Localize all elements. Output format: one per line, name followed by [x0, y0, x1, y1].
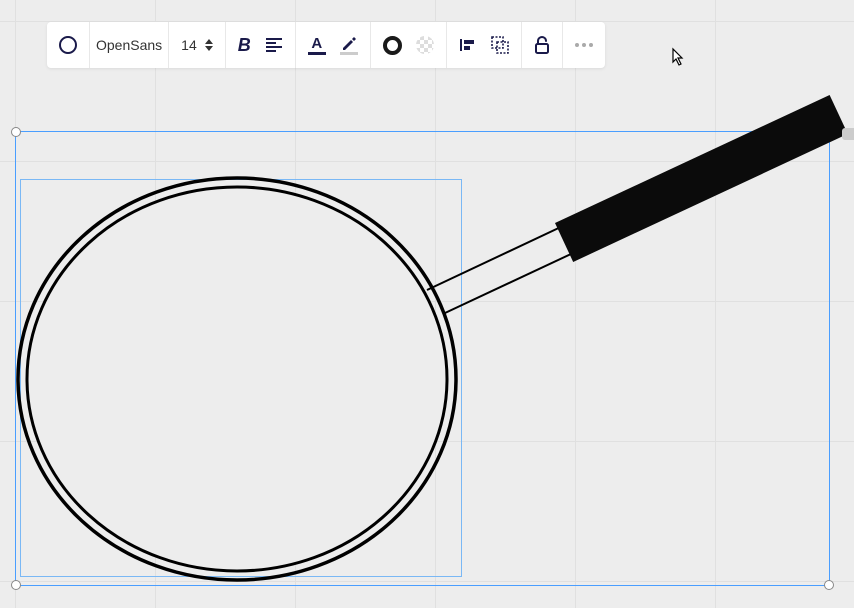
pencil-icon	[341, 36, 357, 50]
lock-button[interactable]	[522, 22, 563, 68]
color-group: A	[296, 22, 371, 68]
group-button[interactable]	[491, 36, 509, 54]
align-left-icon[interactable]	[265, 36, 283, 54]
fill-group	[371, 22, 447, 68]
font-family-select[interactable]: OpenSans	[90, 22, 169, 68]
resize-handle-bottom-left[interactable]	[11, 580, 21, 590]
font-size-value: 14	[181, 37, 197, 53]
formatting-toolbar: OpenSans 14 B A	[47, 22, 605, 68]
arrange-group	[447, 22, 522, 68]
resize-handle-top-left[interactable]	[11, 127, 21, 137]
chevron-down-icon[interactable]	[205, 46, 213, 51]
ellipse-icon	[59, 36, 77, 54]
fill-pattern-button[interactable]	[416, 36, 434, 54]
resize-handle-top-right[interactable]	[824, 127, 834, 137]
text-style-group: B	[226, 22, 296, 68]
highlight-button[interactable]	[340, 36, 358, 55]
font-size-stepper[interactable]: 14	[169, 22, 226, 68]
panel-expand-handle[interactable]	[842, 128, 854, 140]
ellipsis-icon	[575, 43, 593, 47]
unlock-icon	[534, 36, 550, 54]
more-button[interactable]	[563, 22, 605, 68]
resize-handle-bottom-right[interactable]	[824, 580, 834, 590]
align-objects-button[interactable]	[459, 36, 477, 54]
bold-button[interactable]: B	[238, 35, 251, 56]
text-color-button[interactable]: A	[308, 36, 326, 55]
shape-dropdown[interactable]	[47, 22, 90, 68]
stepper-controls[interactable]	[205, 39, 213, 51]
border-color-button[interactable]	[383, 36, 402, 55]
chevron-up-icon[interactable]	[205, 39, 213, 44]
selection-child-box[interactable]	[20, 179, 462, 577]
